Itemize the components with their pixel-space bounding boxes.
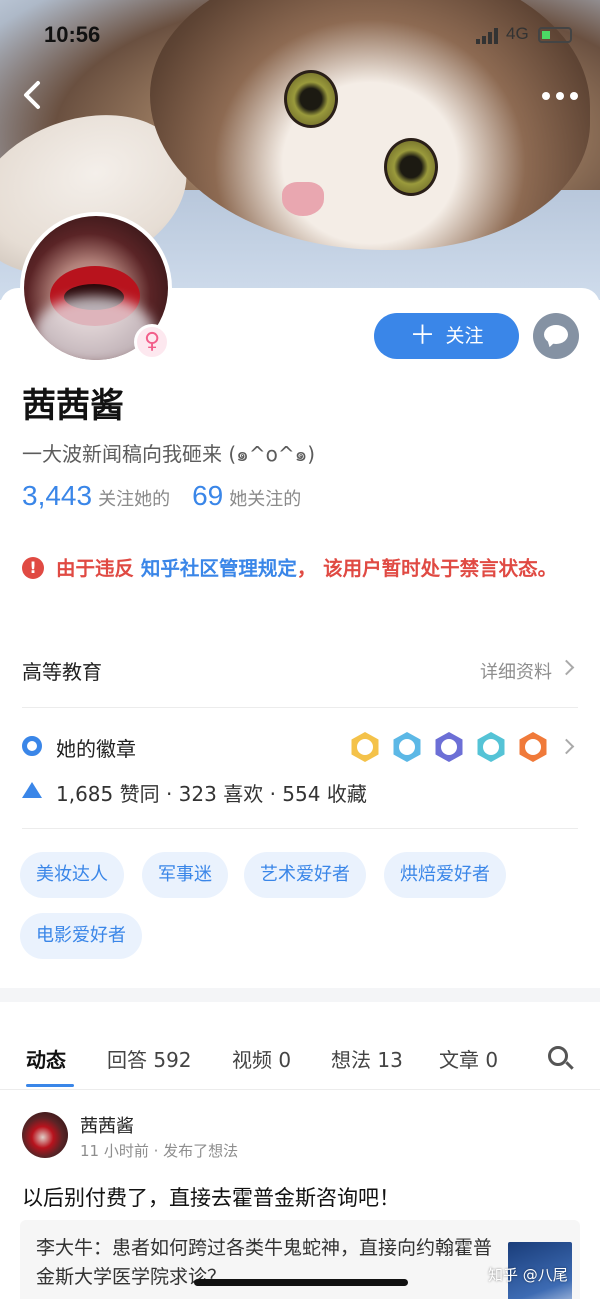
followers-link[interactable]: 3,443 关注她的 [22,480,171,511]
community-rules-link[interactable]: 知乎社区管理规定 [141,557,297,580]
tab-thoughts[interactable]: 想法 13 [331,1044,403,1073]
more-dot-icon [556,92,564,100]
tab-answers[interactable]: 回答 592 [107,1044,192,1073]
feed-content: 以后别付费了，直接去霍普金斯咨询吧！ [22,1186,400,1210]
back-button[interactable] [18,78,48,112]
ban-notice: ! 由于违反 知乎社区管理规定， 该用户暂时处于禁言状态。 [22,553,578,585]
badges-label: 她的徽章 [56,737,136,761]
search-icon-handle [565,1061,574,1070]
chevron-left-icon [24,81,40,109]
tab-videos[interactable]: 视频 0 [232,1044,291,1073]
female-gender-icon: ♀ [134,324,170,360]
follow-stats: 3,443 关注她的 69 她关注的 [22,480,301,520]
feed-avatar[interactable] [22,1112,68,1158]
tab-activity[interactable]: 动态 [26,1044,66,1073]
chevron-right-icon [558,738,575,755]
feed-meta: 11 小时前 · 发布了想法 [80,1142,239,1160]
warning-icon: ! [22,557,44,579]
followers-label: 关注她的 [98,489,171,510]
tag-item[interactable]: 艺术爱好者 [244,852,366,898]
cat-left-eye [284,70,338,128]
gender-symbol: ♀ [143,329,161,354]
divider [22,828,578,829]
more-options-button[interactable] [542,86,582,106]
plus-icon: ＋ [409,321,436,351]
following-count: 69 [192,480,224,511]
watermark: 知乎 @八尾 [488,1266,568,1284]
more-dot-icon [570,92,578,100]
status-bar: 10:56 4G [0,0,600,70]
agree-stats-text: 1,685 赞同 · 323 喜欢 · 554 收藏 [56,782,367,806]
follow-button[interactable]: ＋ 关注 [374,313,519,359]
network-type: 4G [506,24,529,43]
tab-articles[interactable]: 文章 0 [439,1044,498,1073]
message-button[interactable] [533,313,579,359]
badge-3-icon [435,732,463,762]
badge-5-icon [519,732,547,762]
ban-suffix: ， 该用户暂时处于禁言状态。 [296,557,558,580]
badge-4-icon [477,732,505,762]
following-link[interactable]: 69 她关注的 [192,480,302,511]
badge-1-icon [351,732,379,762]
tag-item[interactable]: 电影爱好者 [20,913,142,959]
search-button[interactable] [548,1046,574,1070]
tag-item[interactable]: 美妆达人 [20,852,124,898]
ban-prefix: 由于违反 [56,557,135,580]
education-label: 高等教育 [22,660,102,684]
follow-label: 关注 [445,325,484,347]
status-time: 10:56 [44,22,101,47]
divider [22,707,578,708]
cat-nose [282,182,324,216]
profile-bio: 一大波新闻稿向我砸来 (๑^ο^๑) [22,442,316,466]
education-row: 高等教育 详细资料 [22,650,578,690]
chevron-right-icon [558,659,575,676]
detail-profile-link[interactable]: 详细资料 [480,658,552,684]
battery-icon [538,27,572,43]
cat-right-eye [384,138,438,196]
following-label: 她关注的 [229,489,302,510]
signal-icon [476,28,502,44]
tag-item[interactable]: 军事迷 [142,852,228,898]
feed-author[interactable]: 茜茜酱 [80,1112,134,1138]
more-dot-icon [542,92,550,100]
upvote-icon [22,782,42,798]
tag-item[interactable]: 烘焙爱好者 [384,852,506,898]
content-tabs: 动态 回答 592 视频 0 想法 13 文章 0 [0,1002,600,1090]
active-tab-indicator [26,1084,74,1087]
profile-name: 茜茜酱 [22,386,124,426]
badge-2-icon [393,732,421,762]
medal-icon [22,736,42,756]
section-gap [0,988,600,1002]
badges-row[interactable]: 她的徽章 [22,730,578,764]
followers-count: 3,443 [22,480,93,511]
quoted-post[interactable]: 李大牛：患者如何跨过各类牛鬼蛇神，直接向约翰霍普金斯大学医学院求诊？ [20,1220,580,1299]
home-indicator[interactable] [194,1279,408,1286]
